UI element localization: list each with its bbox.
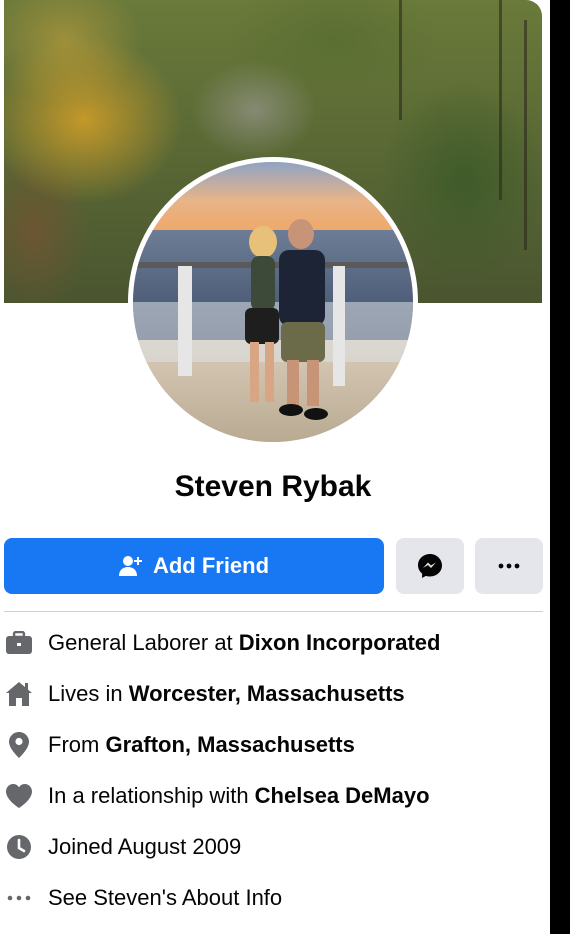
info-row-work[interactable]: General Laborer at Dixon Incorporated [4, 628, 440, 658]
info-prefix: Joined August 2009 [48, 834, 242, 859]
info-bold[interactable]: Dixon Incorporated [239, 630, 441, 655]
info-row-from[interactable]: From Grafton, Massachusetts [4, 730, 355, 760]
info-row-see-about[interactable]: See Steven's About Info [4, 883, 282, 913]
profile-photo-image [133, 162, 413, 442]
divider [4, 611, 543, 612]
info-bold[interactable]: Grafton, Massachusetts [105, 732, 354, 757]
briefcase-icon [4, 628, 34, 658]
cover-tree [499, 0, 502, 200]
more-icon [498, 563, 520, 569]
cover-tree [399, 0, 402, 120]
add-friend-label: Add Friend [152, 553, 270, 578]
info-row-lives-in[interactable]: Lives in Worcester, Massachusetts [4, 679, 405, 709]
info-prefix: Lives in [48, 681, 129, 706]
info-prefix: From [48, 732, 106, 757]
clock-icon [4, 832, 34, 862]
info-prefix: General Laborer at [48, 630, 239, 655]
more-dots-icon [4, 883, 34, 913]
heart-icon [4, 781, 34, 811]
info-bold[interactable]: Worcester, Massachusetts [129, 681, 405, 706]
profile-page: Steven Rybak Add Friend General Laborer … [0, 0, 550, 934]
profile-picture[interactable] [128, 157, 418, 447]
info-row-relationship[interactable]: In a relationship with Chelsea DeMayo [4, 781, 430, 811]
message-button[interactable] [396, 538, 464, 594]
info-row-joined: Joined August 2009 [4, 832, 241, 862]
cover-tree [524, 20, 527, 250]
profile-name: Steven Rybak [174, 470, 372, 503]
messenger-icon [418, 554, 442, 578]
home-icon [4, 679, 34, 709]
see-about-link[interactable]: See Steven's About Info [48, 885, 282, 910]
more-options-button[interactable] [475, 538, 543, 594]
info-bold[interactable]: Chelsea DeMayo [255, 783, 430, 808]
add-friend-button[interactable]: Add Friend [4, 538, 384, 594]
add-friend-icon [118, 556, 142, 576]
info-prefix: In a relationship with [48, 783, 255, 808]
location-pin-icon [4, 730, 34, 760]
